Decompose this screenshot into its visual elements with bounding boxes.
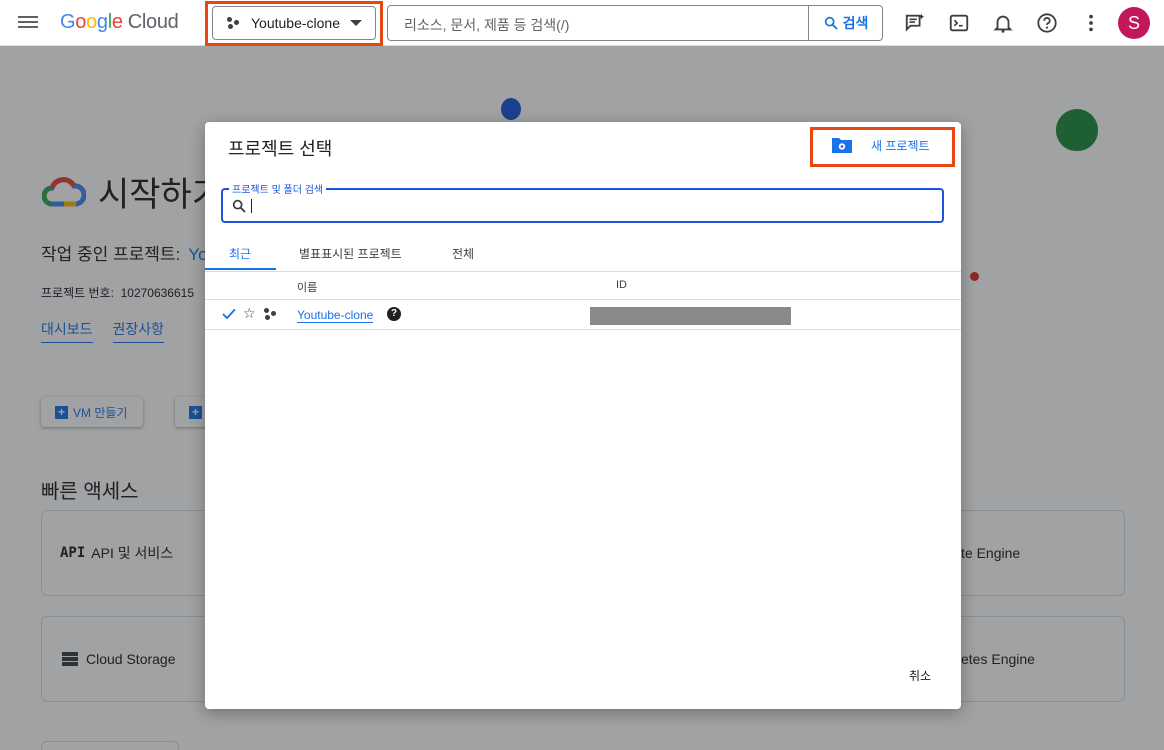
search-icon (232, 199, 246, 213)
column-name-header: 이름 (297, 282, 318, 294)
search-button-label: 검색 (842, 15, 869, 31)
active-tab-indicator (205, 268, 276, 270)
folder-settings-icon (832, 138, 852, 153)
help-icon[interactable]: ? (387, 307, 401, 321)
help-icon[interactable] (1036, 12, 1058, 34)
search-button[interactable]: 검색 (808, 6, 882, 40)
search-icon (824, 16, 838, 30)
tab-all[interactable]: 전체 (452, 245, 474, 262)
project-icon (227, 16, 241, 30)
project-picker-label: Youtube-clone (251, 15, 341, 31)
dialog-tabs: 최근 별표표시된 프로젝트 전체 (205, 240, 961, 272)
new-project-label: 새 프로젝트 (871, 138, 930, 153)
redacted-project-id (590, 307, 791, 325)
project-search-label: 프로젝트 및 폴더 검색 (229, 181, 327, 196)
search-bar[interactable]: 리소스, 문서, 제품 등 검색(/) 검색 (387, 5, 883, 41)
column-id-header: ID (616, 279, 627, 291)
tab-recent[interactable]: 최근 (229, 245, 251, 262)
table-header: 이름 ID (205, 272, 961, 300)
project-name-link[interactable]: Youtube-clone (297, 308, 374, 323)
bell-icon[interactable] (992, 12, 1014, 34)
tab-starred[interactable]: 별표표시된 프로젝트 (299, 245, 402, 262)
more-vert-icon[interactable] (1080, 12, 1102, 34)
assistant-icon[interactable] (904, 12, 926, 34)
new-project-button[interactable]: 새 프로젝트 (831, 136, 930, 154)
project-picker-button[interactable]: Youtube-clone (212, 6, 376, 40)
table-row[interactable]: ☆ Youtube-clone ? (205, 301, 961, 330)
caret-down-icon (350, 20, 363, 26)
terminal-icon[interactable] (948, 12, 970, 34)
text-cursor (251, 199, 252, 213)
star-icon[interactable]: ☆ (243, 305, 256, 322)
project-select-dialog: 프로젝트 선택 새 프로젝트 프로젝트 및 폴더 검색 최근 별표표시된 프로젝… (205, 122, 961, 709)
search-placeholder: 리소스, 문서, 제품 등 검색(/) (404, 17, 570, 33)
dialog-title: 프로젝트 선택 (228, 139, 333, 159)
avatar[interactable]: S (1118, 7, 1150, 39)
check-icon (222, 308, 236, 320)
google-cloud-logo[interactable]: Google Cloud (60, 11, 179, 34)
cancel-button[interactable]: 취소 (909, 667, 931, 684)
top-bar: Google Cloud Youtube-clone 리소스, 문서, 제품 등 … (0, 0, 1164, 46)
menu-icon[interactable] (18, 13, 38, 33)
project-search-input[interactable]: 프로젝트 및 폴더 검색 (221, 181, 944, 223)
project-icon (264, 307, 278, 321)
